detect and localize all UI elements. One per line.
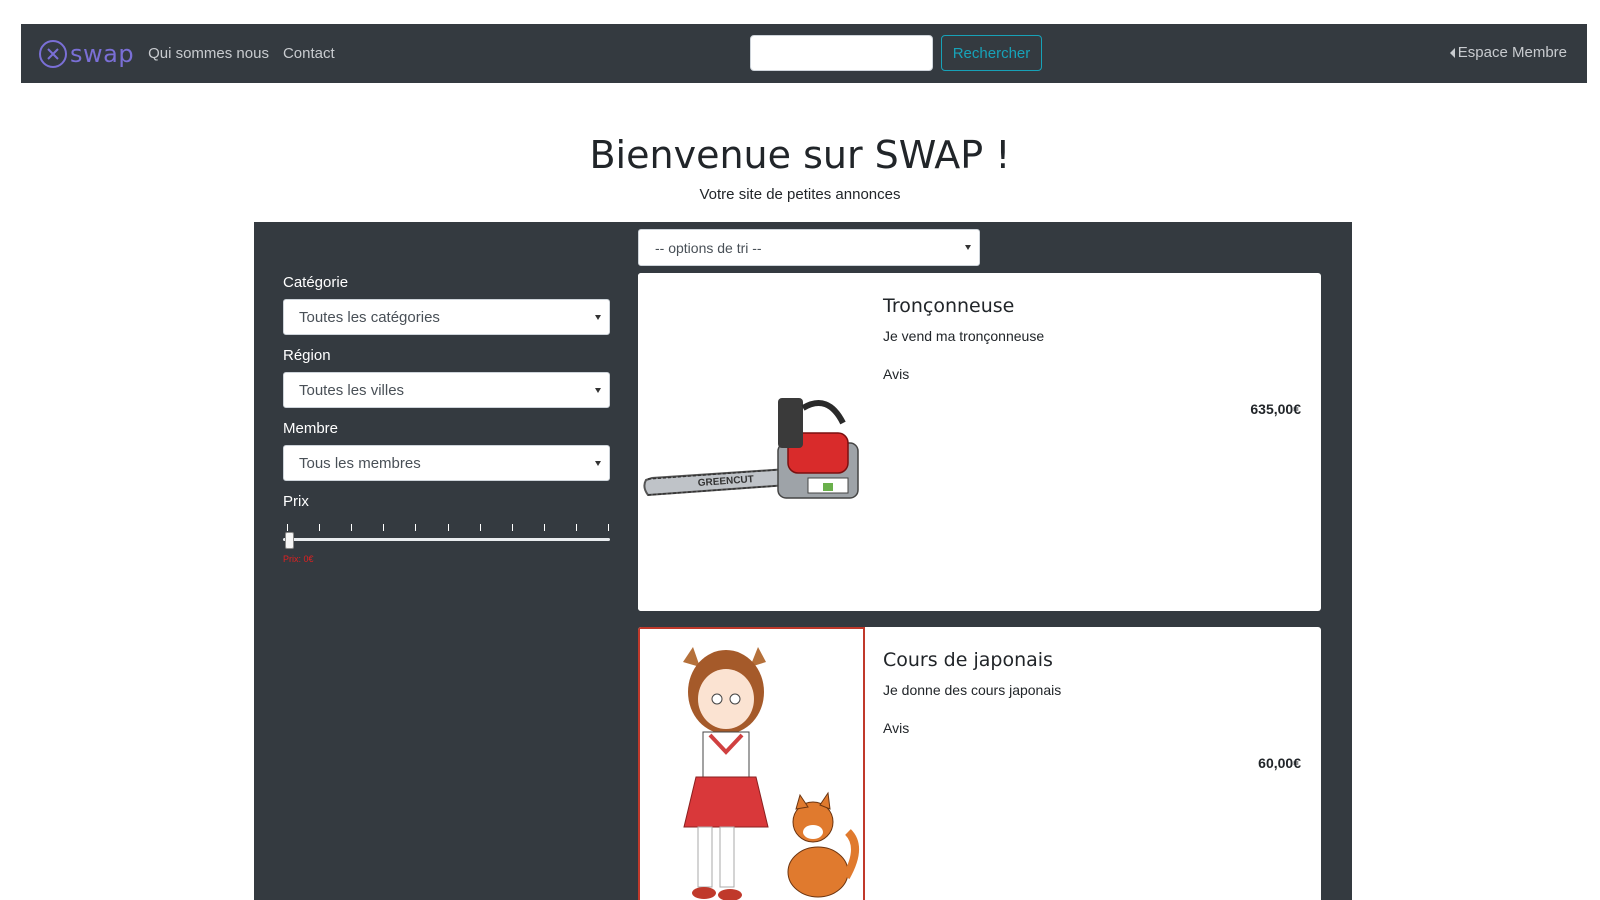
price-label: Prix bbox=[283, 493, 309, 510]
member-select-value: Tous les membres bbox=[299, 454, 421, 472]
listing-description: Je donne des cours japonais bbox=[883, 682, 1062, 698]
chainsaw-image: GREENCUT bbox=[638, 273, 865, 611]
listing-card[interactable]: Cours de japonais Je donne des cours jap… bbox=[638, 627, 1321, 900]
page-subtitle: Votre site de petites annonces bbox=[699, 186, 901, 203]
search-input[interactable] bbox=[750, 35, 933, 71]
slider-tick bbox=[575, 524, 577, 531]
member-select[interactable]: Tous les membres bbox=[283, 445, 610, 481]
slider-tick bbox=[543, 524, 545, 531]
chevron-down-icon bbox=[595, 315, 601, 320]
listing-description: Je vend ma tronçonneuse bbox=[883, 328, 1045, 344]
navbar: swap Qui sommes nous Contact Rechercher … bbox=[21, 24, 1587, 83]
category-select[interactable]: Toutes les catégories bbox=[283, 299, 610, 335]
category-select-value: Toutes les catégories bbox=[299, 308, 440, 326]
brand-text: swap bbox=[70, 39, 135, 68]
price-slider[interactable]: Prix: 0€ bbox=[283, 518, 610, 564]
swap-logo-icon bbox=[39, 39, 67, 68]
slider-tick bbox=[608, 524, 609, 531]
chevron-down-icon bbox=[595, 388, 601, 393]
listing-card-body: Tronçonneuse Je vend ma tronçonneuse Avi… bbox=[883, 295, 1301, 417]
brand-link[interactable]: swap bbox=[38, 39, 134, 69]
listing-reviews-link[interactable]: Avis bbox=[883, 366, 1301, 382]
price-slider-thumb[interactable] bbox=[285, 532, 294, 549]
listing-title[interactable]: Tronçonneuse bbox=[883, 295, 1301, 317]
listing-price: 635,00€ bbox=[1250, 401, 1301, 417]
filters-sidebar: Catégorie Toutes les catégories Région T… bbox=[283, 274, 610, 564]
page-title: Bienvenue sur SWAP ! bbox=[589, 133, 1011, 177]
listing-title[interactable]: Cours de japonais bbox=[883, 649, 1301, 671]
member-area-link[interactable]: Espace Membre bbox=[1449, 44, 1567, 61]
price-value: Prix: 0€ bbox=[283, 554, 314, 564]
listing-reviews-link[interactable]: Avis bbox=[883, 720, 1301, 736]
region-select-value: Toutes les villes bbox=[299, 381, 405, 399]
slider-tick bbox=[319, 524, 321, 531]
sort-select-value: -- options de tri -- bbox=[655, 239, 762, 256]
category-label: Catégorie bbox=[283, 274, 349, 291]
chevron-down-icon bbox=[965, 245, 971, 250]
slider-tick bbox=[447, 524, 449, 531]
region-select[interactable]: Toutes les villes bbox=[283, 372, 610, 408]
price-slider-track bbox=[283, 538, 610, 541]
nav-link-contact[interactable]: Contact bbox=[283, 45, 335, 62]
main-panel: Catégorie Toutes les catégories Région T… bbox=[254, 222, 1352, 900]
slider-tick bbox=[511, 524, 513, 531]
slider-tick bbox=[383, 524, 385, 531]
chevron-down-icon bbox=[595, 461, 601, 466]
listing-card-body: Cours de japonais Je donne des cours jap… bbox=[883, 649, 1301, 771]
anime-girl-cat-image bbox=[638, 627, 865, 900]
member-area-label: Espace Membre bbox=[1457, 44, 1567, 61]
region-label: Région bbox=[283, 347, 331, 364]
slider-tick bbox=[415, 524, 417, 531]
nav-link-about[interactable]: Qui sommes nous bbox=[148, 45, 269, 62]
slider-tick bbox=[479, 524, 481, 531]
member-label: Membre bbox=[283, 420, 339, 437]
sort-select[interactable]: -- options de tri -- bbox=[638, 229, 980, 266]
listing-card[interactable]: GREENCUT Tronçonneuse Je vend ma tronçon… bbox=[638, 273, 1321, 611]
slider-tick bbox=[287, 524, 288, 531]
listing-price: 60,00€ bbox=[1258, 755, 1301, 771]
search-button[interactable]: Rechercher bbox=[941, 35, 1042, 71]
caret-left-icon bbox=[1449, 47, 1455, 58]
price-slider-ticks bbox=[287, 524, 609, 532]
slider-tick bbox=[351, 524, 353, 531]
